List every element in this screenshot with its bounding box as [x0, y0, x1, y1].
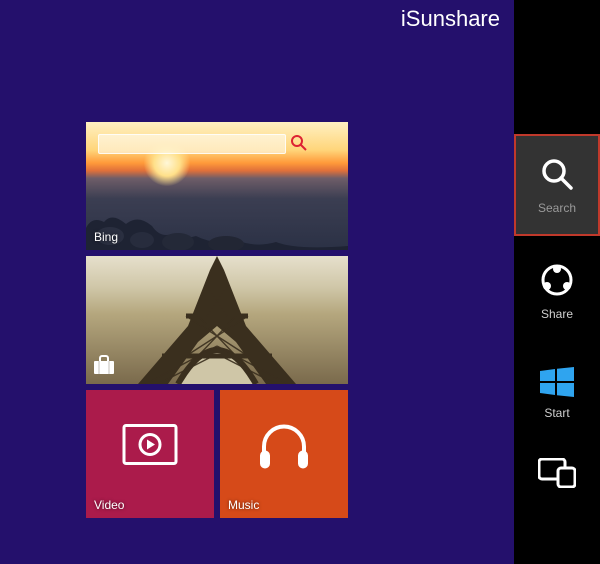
- charms-bar: Search Share Start: [514, 0, 600, 564]
- video-tile-label: Video: [94, 498, 124, 512]
- search-icon: [539, 156, 575, 195]
- username-label: iSunshare: [401, 6, 500, 32]
- bing-tile-label: Bing: [94, 230, 118, 244]
- charm-share-label: Share: [541, 307, 573, 321]
- devices-icon: [538, 458, 576, 491]
- travel-tile[interactable]: [86, 256, 348, 384]
- share-icon: [539, 262, 575, 301]
- bing-search-icon: [289, 133, 309, 153]
- tile-row-small: Video Music: [86, 390, 348, 518]
- charm-devices[interactable]: [514, 444, 600, 504]
- headphones-icon: [254, 417, 314, 476]
- video-icon: [122, 424, 178, 469]
- charm-start-label: Start: [544, 406, 569, 420]
- charm-search-label: Search: [538, 201, 576, 215]
- charm-start[interactable]: Start: [514, 342, 600, 444]
- windows-logo-icon: [539, 367, 575, 400]
- bing-tile[interactable]: Bing: [86, 122, 348, 250]
- charms-spacer: [514, 0, 600, 134]
- tile-grid: Bing: [86, 122, 348, 518]
- eiffel-tower-graphic: [86, 256, 348, 384]
- charm-share[interactable]: Share: [514, 240, 600, 342]
- music-tile[interactable]: Music: [220, 390, 348, 518]
- suitcase-icon: [92, 355, 116, 378]
- video-tile[interactable]: Video: [86, 390, 214, 518]
- rocks-graphic: [86, 206, 348, 250]
- charm-search[interactable]: Search: [514, 134, 600, 236]
- music-tile-label: Music: [228, 498, 259, 512]
- start-screen: iSunshare Bing: [0, 0, 514, 564]
- bing-search-bar-graphic: [98, 134, 286, 154]
